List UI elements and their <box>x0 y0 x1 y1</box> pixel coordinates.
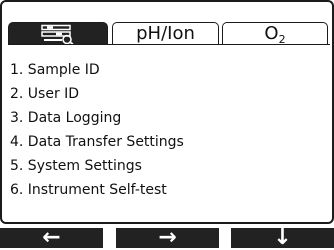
softkey-left[interactable]: ← <box>0 225 103 250</box>
right-arrow-icon: → <box>158 225 177 250</box>
tab-divider <box>8 44 330 45</box>
softkey-bar: ← → ↓ <box>0 225 334 250</box>
tab-ph-ion-label: pH/Ion <box>136 23 195 44</box>
display-frame: pH/Ion O2 1. Sample ID 2. User ID 3. Dat… <box>0 0 334 224</box>
tab-bar: pH/Ion O2 <box>8 22 330 46</box>
tab-settings[interactable] <box>8 22 108 44</box>
meter-screen: pH/Ion O2 1. Sample ID 2. User ID 3. Dat… <box>0 0 334 250</box>
down-arrow-icon: ↓ <box>273 225 292 250</box>
menu-item-data-logging[interactable]: 3. Data Logging <box>10 106 184 130</box>
menu-item-instrument-self-test[interactable]: 6. Instrument Self-test <box>10 178 184 202</box>
tab-o2[interactable]: O2 <box>222 22 328 46</box>
settings-tools-icon <box>41 24 74 44</box>
tab-ph-ion[interactable]: pH/Ion <box>112 22 219 44</box>
softkey-down[interactable]: ↓ <box>231 225 334 250</box>
menu-item-user-id[interactable]: 2. User ID <box>10 82 184 106</box>
menu-item-sample-id[interactable]: 1. Sample ID <box>10 58 184 82</box>
menu-item-data-transfer-settings[interactable]: 4. Data Transfer Settings <box>10 130 184 154</box>
settings-menu: 1. Sample ID 2. User ID 3. Data Logging … <box>10 58 184 202</box>
menu-item-system-settings[interactable]: 5. System Settings <box>10 154 184 178</box>
tab-o2-label: O2 <box>264 23 286 46</box>
softkey-right[interactable]: → <box>116 225 219 250</box>
left-arrow-icon: ← <box>42 225 61 250</box>
